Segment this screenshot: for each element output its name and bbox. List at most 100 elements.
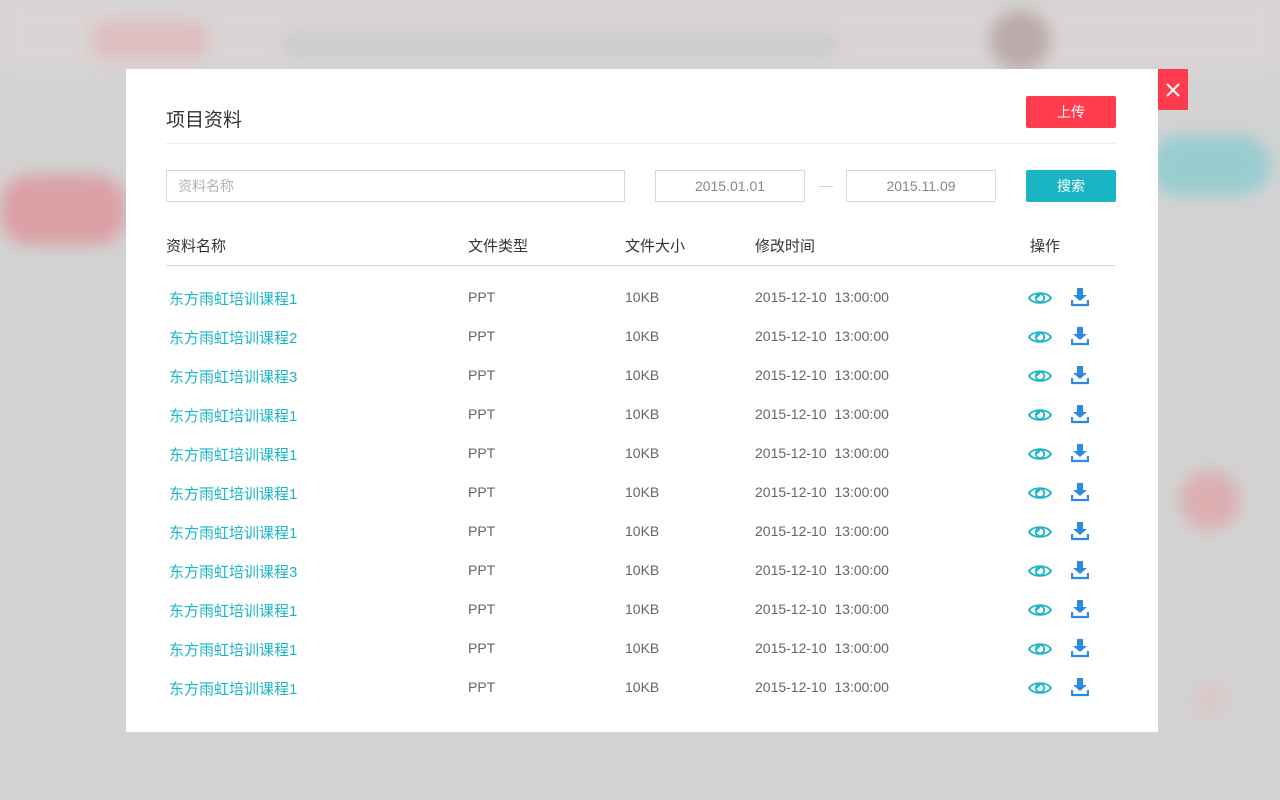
modified-time: 2015-12-10 13:00:00 (755, 367, 889, 383)
file-type: PPT (468, 484, 496, 500)
file-name-link[interactable]: 东方雨虹培训课程1 (169, 444, 297, 465)
date-range-separator: — (819, 177, 833, 193)
eye-icon (1027, 292, 1053, 304)
upload-button[interactable]: 上传 (1026, 96, 1116, 128)
table-row: 东方雨虹培训课程1 PPT 10KB 2015-12-10 13:00:00 (166, 396, 1116, 435)
download-button[interactable] (1070, 326, 1090, 346)
file-name-search-input[interactable] (166, 170, 625, 202)
file-size: 10KB (625, 484, 660, 500)
preview-button[interactable] (1027, 366, 1053, 386)
download-icon (1070, 561, 1090, 580)
download-button[interactable] (1070, 638, 1090, 658)
file-type: PPT (468, 445, 496, 461)
table-row: 东方雨虹培训课程1 PPT 10KB 2015-12-10 13:00:00 (166, 591, 1116, 630)
download-button[interactable] (1070, 677, 1090, 697)
download-icon (1070, 600, 1090, 619)
download-button[interactable] (1070, 599, 1090, 619)
modified-time: 2015-12-10 13:00:00 (755, 679, 889, 695)
file-size: 10KB (625, 601, 660, 617)
file-type: PPT (468, 523, 496, 539)
file-type: PPT (468, 679, 496, 695)
eye-icon (1027, 604, 1053, 616)
file-size: 10KB (625, 289, 660, 305)
preview-button[interactable] (1027, 444, 1053, 464)
file-size: 10KB (625, 562, 660, 578)
file-size: 10KB (625, 640, 660, 656)
preview-button[interactable] (1027, 483, 1053, 503)
eye-icon (1027, 487, 1053, 499)
download-button[interactable] (1070, 287, 1090, 307)
modified-time: 2015-12-10 13:00:00 (755, 484, 889, 500)
eye-icon (1027, 565, 1053, 577)
file-name-link[interactable]: 东方雨虹培训课程1 (169, 405, 297, 426)
download-icon (1070, 288, 1090, 307)
header-operations: 操作 (1030, 238, 1061, 255)
file-name-link[interactable]: 东方雨虹培训课程1 (169, 600, 297, 621)
eye-icon (1027, 448, 1053, 460)
download-button[interactable] (1070, 365, 1090, 385)
download-button[interactable] (1070, 560, 1090, 580)
preview-button[interactable] (1027, 405, 1053, 425)
file-name-link[interactable]: 东方雨虹培训课程2 (169, 327, 297, 348)
start-date-input[interactable] (655, 170, 805, 202)
download-button[interactable] (1070, 443, 1090, 463)
title-divider (166, 143, 1116, 144)
file-name-link[interactable]: 东方雨虹培训课程1 (169, 522, 297, 543)
file-type: PPT (468, 367, 496, 383)
file-name-link[interactable]: 东方雨虹培训课程3 (169, 561, 297, 582)
modified-time: 2015-12-10 13:00:00 (755, 328, 889, 344)
modified-time: 2015-12-10 13:00:00 (755, 562, 889, 578)
header-size: 文件大小 (625, 238, 686, 255)
table-row: 东方雨虹培训课程3 PPT 10KB 2015-12-10 13:00:00 (166, 552, 1116, 591)
download-button[interactable] (1070, 482, 1090, 502)
table-row: 东方雨虹培训课程1 PPT 10KB 2015-12-10 13:00:00 (166, 279, 1116, 318)
search-button[interactable]: 搜索 (1026, 170, 1116, 202)
modal-title: 项目资料 (166, 110, 243, 131)
preview-button[interactable] (1027, 639, 1053, 659)
file-name-link[interactable]: 东方雨虹培训课程1 (169, 288, 297, 309)
modified-time: 2015-12-10 13:00:00 (755, 640, 889, 656)
file-name-link[interactable]: 东方雨虹培训课程1 (169, 678, 297, 699)
table-row: 东方雨虹培训课程2 PPT 10KB 2015-12-10 13:00:00 (166, 318, 1116, 357)
file-name-link[interactable]: 东方雨虹培训课程1 (169, 639, 297, 660)
preview-button[interactable] (1027, 327, 1053, 347)
table-header: 资料名称 文件类型 文件大小 修改时间 操作 (166, 229, 1116, 266)
preview-button[interactable] (1027, 678, 1053, 698)
download-icon (1070, 522, 1090, 541)
file-type: PPT (468, 328, 496, 344)
preview-button[interactable] (1027, 561, 1053, 581)
file-list: 东方雨虹培训课程1 PPT 10KB 2015-12-10 13:00:00 东方雨虹培… (166, 279, 1116, 708)
close-modal-button[interactable] (1158, 69, 1188, 110)
preview-button[interactable] (1027, 288, 1053, 308)
table-row: 东方雨虹培训课程1 PPT 10KB 2015-12-10 13:00:00 (166, 513, 1116, 552)
header-name: 资料名称 (166, 238, 227, 255)
file-name-link[interactable]: 东方雨虹培训课程3 (169, 366, 297, 387)
download-icon (1070, 366, 1090, 385)
download-icon (1070, 405, 1090, 424)
file-size: 10KB (625, 445, 660, 461)
header-time: 修改时间 (755, 238, 816, 255)
download-icon (1070, 483, 1090, 502)
download-icon (1070, 639, 1090, 658)
modified-time: 2015-12-10 13:00:00 (755, 601, 889, 617)
file-size: 10KB (625, 523, 660, 539)
table-row: 东方雨虹培训课程1 PPT 10KB 2015-12-10 13:00:00 (166, 474, 1116, 513)
eye-icon (1027, 682, 1053, 694)
end-date-input[interactable] (846, 170, 996, 202)
preview-button[interactable] (1027, 522, 1053, 542)
header-type: 文件类型 (468, 238, 529, 255)
table-row: 东方雨虹培训课程1 PPT 10KB 2015-12-10 13:00:00 (166, 435, 1116, 474)
download-icon (1070, 678, 1090, 697)
preview-button[interactable] (1027, 600, 1053, 620)
file-size: 10KB (625, 367, 660, 383)
table-row: 东方雨虹培训课程3 PPT 10KB 2015-12-10 13:00:00 (166, 357, 1116, 396)
download-icon (1070, 444, 1090, 463)
table-row: 东方雨虹培训课程1 PPT 10KB 2015-12-10 13:00:00 (166, 669, 1116, 708)
download-button[interactable] (1070, 404, 1090, 424)
eye-icon (1027, 331, 1053, 343)
modified-time: 2015-12-10 13:00:00 (755, 523, 889, 539)
file-name-link[interactable]: 东方雨虹培训课程1 (169, 483, 297, 504)
download-button[interactable] (1070, 521, 1090, 541)
modified-time: 2015-12-10 13:00:00 (755, 445, 889, 461)
file-type: PPT (468, 289, 496, 305)
